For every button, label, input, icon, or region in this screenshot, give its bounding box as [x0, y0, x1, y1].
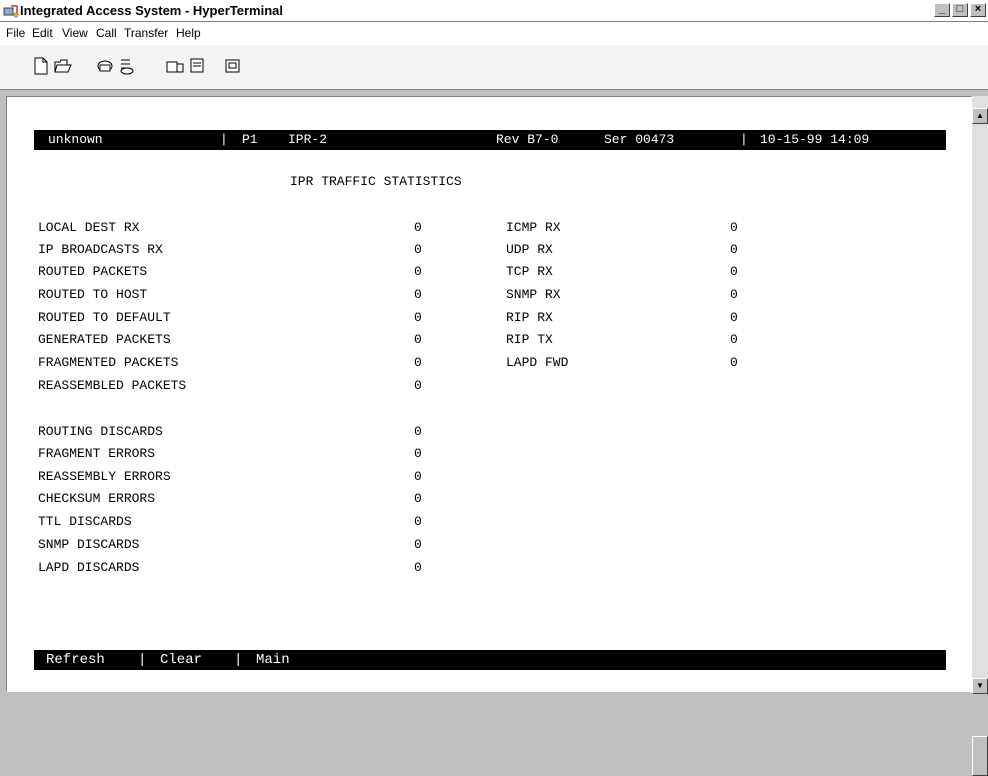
minimize-icon: _ [938, 3, 946, 15]
status-separator: | [740, 132, 748, 147]
vertical-scrollbar[interactable]: ▲ ▼ [972, 96, 988, 776]
menu-view[interactable]: View [62, 25, 88, 41]
stat-label: ROUTED TO DEFAULT [38, 310, 171, 325]
clear-command[interactable]: Clear [160, 650, 202, 670]
stat-label: TTL DISCARDS [38, 514, 132, 529]
stat-label: REASSEMBLED PACKETS [38, 378, 187, 393]
open-icon [54, 59, 72, 73]
stat-label: IP BROADCASTS RX [38, 242, 163, 257]
status-separator: | [220, 132, 228, 147]
new-connection-button[interactable] [30, 55, 52, 77]
menu-help[interactable]: Help [176, 25, 201, 41]
disconnect-button[interactable] [116, 55, 138, 77]
status-datetime: 10-15-99 14:09 [760, 132, 870, 147]
stat-label: FRAGMENT ERRORS [38, 446, 156, 461]
stat-value: 0 [730, 355, 738, 370]
receive-icon [190, 58, 204, 73]
status-port: P1 [242, 132, 258, 147]
stat-value: 0 [730, 242, 738, 257]
stat-value: 0 [730, 287, 738, 302]
stat-label: REASSEMBLY ERRORS [38, 469, 171, 484]
stat-value: 0 [414, 469, 422, 484]
status-device: unknown [48, 132, 103, 147]
stat-label: TCP RX [506, 264, 553, 279]
stat-value: 0 [414, 310, 422, 325]
maximize-icon: □ [956, 3, 964, 15]
toolbar [0, 44, 988, 90]
send-icon [166, 61, 184, 73]
close-icon: × [974, 3, 982, 15]
receive-button[interactable] [186, 55, 208, 77]
maximize-button[interactable]: □ [952, 3, 968, 17]
stat-label: SNMP RX [506, 287, 561, 302]
properties-button[interactable] [222, 55, 244, 77]
stat-value: 0 [414, 220, 422, 235]
close-button[interactable]: × [970, 3, 986, 17]
stat-label: ROUTED PACKETS [38, 264, 148, 279]
stat-value: 0 [414, 264, 422, 279]
stat-value: 0 [414, 242, 422, 257]
arrow-up-icon: ▲ [976, 111, 984, 120]
scroll-down-button[interactable]: ▼ [972, 678, 988, 694]
menu-call[interactable]: Call [96, 25, 117, 41]
disconnect-icon [120, 59, 134, 75]
menu-transfer[interactable]: Transfer [124, 25, 168, 41]
screen-title: IPR TRAFFIC STATISTICS [290, 174, 462, 189]
hyperterminal-icon [3, 5, 19, 18]
stat-value: 0 [730, 332, 738, 347]
stat-value: 0 [414, 355, 422, 370]
scroll-thumb[interactable] [972, 736, 988, 776]
stat-value: 0 [414, 378, 422, 393]
menu-edit[interactable]: Edit [32, 25, 53, 41]
stat-label: UDP RX [506, 242, 553, 257]
scroll-up-button[interactable]: ▲ [972, 108, 988, 124]
stat-label: ROUTING DISCARDS [38, 424, 163, 439]
stat-label: SNMP DISCARDS [38, 537, 140, 552]
arrow-down-icon: ▼ [976, 681, 984, 690]
stat-label: ROUTED TO HOST [38, 287, 148, 302]
stat-label: LAPD DISCARDS [38, 560, 140, 575]
main-command[interactable]: Main [256, 650, 290, 670]
menu-file[interactable]: File [6, 25, 25, 41]
stat-label: RIP TX [506, 332, 553, 347]
connect-button[interactable] [94, 55, 116, 77]
status-rev: Rev B7-0 [496, 132, 559, 147]
status-serial: Ser 00473 [604, 132, 675, 147]
minimize-button[interactable]: _ [934, 3, 950, 17]
stat-value: 0 [414, 332, 422, 347]
terminal-client-area[interactable] [6, 96, 972, 692]
stat-value: 0 [414, 537, 422, 552]
stat-value: 0 [414, 446, 422, 461]
stat-value: 0 [730, 310, 738, 325]
refresh-command[interactable]: Refresh [46, 650, 105, 670]
stat-value: 0 [414, 424, 422, 439]
stat-value: 0 [730, 264, 738, 279]
stat-value: 0 [730, 220, 738, 235]
stat-value: 0 [414, 560, 422, 575]
stat-label: FRAGMENTED PACKETS [38, 355, 179, 370]
stat-value: 0 [414, 491, 422, 506]
stat-label: ICMP RX [506, 220, 561, 235]
stat-label: LAPD FWD [506, 355, 569, 370]
status-module: IPR-2 [288, 132, 328, 147]
title-bar: Integrated Access System - HyperTerminal… [0, 0, 988, 22]
menu-bar: File Edit View Call Transfer Help [0, 22, 988, 44]
command-bar: Refresh | Clear | Main [34, 650, 946, 670]
stat-value: 0 [414, 287, 422, 302]
command-separator: | [234, 652, 243, 668]
stat-label: GENERATED PACKETS [38, 332, 171, 347]
open-button[interactable] [52, 55, 74, 77]
terminal-status-line: unknown | P1 IPR-2 Rev B7-0 Ser 00473 | … [34, 130, 946, 150]
properties-icon [225, 59, 240, 73]
stat-label: RIP RX [506, 310, 553, 325]
window-title: Integrated Access System - HyperTerminal [20, 3, 283, 18]
stat-label: LOCAL DEST RX [38, 220, 140, 235]
send-button[interactable] [164, 55, 186, 77]
stat-label: CHECKSUM ERRORS [38, 491, 156, 506]
command-separator: | [138, 652, 147, 668]
new-icon [34, 57, 48, 75]
stat-value: 0 [414, 514, 422, 529]
connect-icon [97, 60, 113, 72]
